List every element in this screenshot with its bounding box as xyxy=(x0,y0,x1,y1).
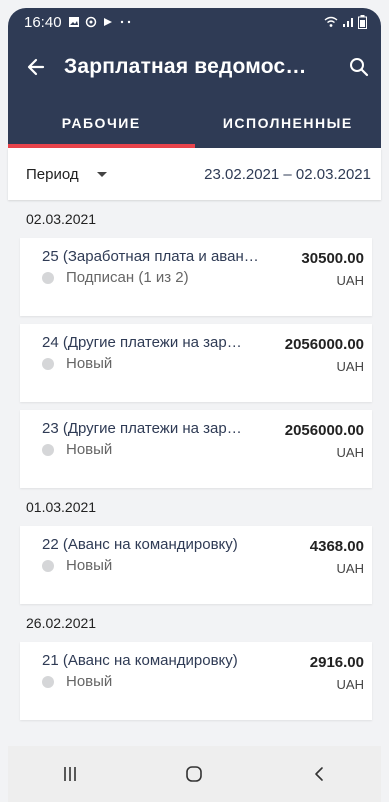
list-item[interactable]: 24 (Другие платежи на зар… Новый 2056000… xyxy=(20,324,372,402)
list-item[interactable]: 22 (Аванс на командировку) Новый 4368.00… xyxy=(20,526,372,604)
recent-apps-button[interactable] xyxy=(25,752,115,796)
recent-apps-icon xyxy=(64,767,76,781)
document-amount: 2916.00 xyxy=(309,654,364,671)
document-amount: 30500.00 xyxy=(301,250,364,267)
date-range[interactable]: 23.02.2021 – 02.03.2021 xyxy=(204,166,371,183)
document-amount: 2056000.00 xyxy=(284,336,364,353)
signal-icon xyxy=(343,18,353,27)
status-text: Новый xyxy=(66,441,113,458)
document-name: 21 (Аванс на командировку) xyxy=(42,652,238,669)
status-left-icons xyxy=(68,16,133,28)
back-icon xyxy=(315,767,323,781)
date-group-header: 26.02.2021 xyxy=(26,615,97,631)
document-name: 23 (Другие платежи на зар… xyxy=(42,420,242,437)
search-icon xyxy=(350,58,369,77)
tabs: РАБОЧИЕ ИСПОЛНЕННЫЕ xyxy=(8,98,381,148)
home-icon xyxy=(186,766,203,782)
status-right-icons xyxy=(324,15,367,29)
document-status: Новый xyxy=(42,355,372,372)
status-bar: 16:40 xyxy=(8,8,381,36)
chevron-down-icon[interactable] xyxy=(96,171,107,177)
date-group-header: 02.03.2021 xyxy=(26,211,97,227)
document-status: Новый xyxy=(42,441,372,458)
document-currency: UAH xyxy=(336,561,364,576)
back-button[interactable] xyxy=(8,36,64,98)
tab-working[interactable]: РАБОЧИЕ xyxy=(8,98,195,148)
period-filter: Период 23.02.2021 – 02.03.2021 xyxy=(8,148,381,200)
status-text: Новый xyxy=(66,673,113,690)
status-dot-icon xyxy=(42,559,54,572)
document-status: Подписан (1 из 2) xyxy=(42,269,372,286)
wifi-icon xyxy=(324,16,338,27)
play-icon xyxy=(103,18,112,26)
tab-completed[interactable]: ИСПОЛНЕННЫЕ xyxy=(195,98,382,148)
list-item[interactable]: 23 (Другие платежи на зар… Новый 2056000… xyxy=(20,410,372,488)
document-name: 25 (Заработная плата и аван… xyxy=(42,248,259,265)
document-currency: UAH xyxy=(336,445,364,460)
status-text: Подписан (1 из 2) xyxy=(66,269,189,286)
whatsapp-icon xyxy=(85,16,96,28)
period-select[interactable]: Период xyxy=(26,166,79,183)
document-status: Новый xyxy=(42,673,372,690)
status-dot-icon xyxy=(42,675,54,688)
date-group-header: 01.03.2021 xyxy=(26,499,97,515)
document-currency: UAH xyxy=(336,677,364,692)
document-name: 24 (Другие платежи на зар… xyxy=(42,334,242,351)
document-currency: UAH xyxy=(336,273,364,288)
search-button[interactable] xyxy=(337,36,381,98)
page-title: Зарплатная ведомос… xyxy=(64,55,307,78)
gallery-icon xyxy=(68,17,79,27)
more-dots-icon xyxy=(120,20,130,24)
status-dot-icon xyxy=(42,443,54,456)
document-currency: UAH xyxy=(336,359,364,374)
status-dot-icon xyxy=(42,271,54,284)
document-amount: 4368.00 xyxy=(309,538,364,555)
document-status: Новый xyxy=(42,557,372,574)
app-bar: Зарплатная ведомос… xyxy=(8,36,381,98)
status-text: Новый xyxy=(66,355,113,372)
home-button[interactable] xyxy=(149,752,239,796)
document-amount: 2056000.00 xyxy=(284,422,364,439)
list-item[interactable]: 21 (Аванс на командировку) Новый 2916.00… xyxy=(20,642,372,720)
status-dot-icon xyxy=(42,357,54,370)
status-time: 16:40 xyxy=(24,13,62,31)
battery-icon xyxy=(358,15,367,29)
list-item[interactable]: 25 (Заработная плата и аван… Подписан (1… xyxy=(20,238,372,316)
document-name: 22 (Аванс на командировку) xyxy=(42,536,238,553)
document-list: 02.03.2021 25 (Заработная плата и аван… … xyxy=(8,200,381,746)
status-text: Новый xyxy=(66,557,113,574)
back-nav-button[interactable] xyxy=(274,752,364,796)
arrow-left-icon xyxy=(27,58,45,76)
system-nav-bar xyxy=(8,746,381,802)
